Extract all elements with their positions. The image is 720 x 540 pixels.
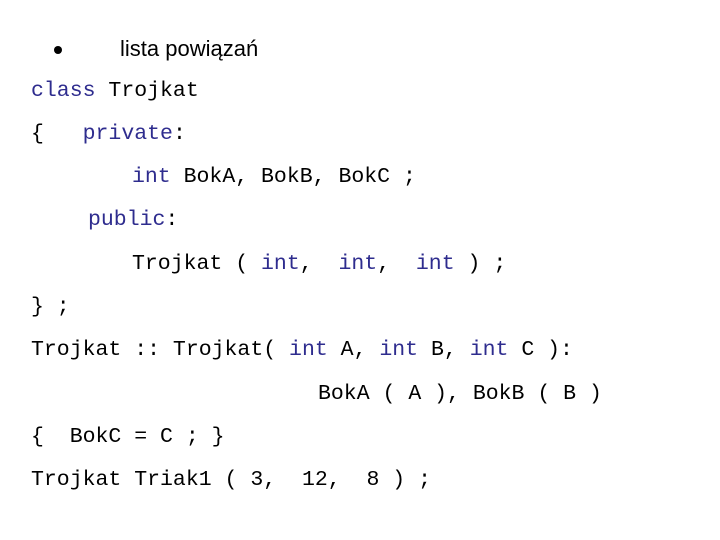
- bullet-icon: [54, 46, 62, 54]
- keyword: public: [88, 208, 166, 232]
- code-text: Trojkat (: [132, 252, 262, 276]
- code-text: ) ;: [454, 252, 507, 276]
- code-line-init-list: BokA ( A ), BokB ( B ): [318, 381, 602, 407]
- code-text: Trojkat: [95, 79, 199, 103]
- code-line-class: class Trojkat: [31, 78, 199, 104]
- code-text: { BokC = C ; }: [31, 425, 225, 449]
- code-line-close: } ;: [31, 294, 70, 320]
- keyword: int: [338, 252, 378, 276]
- code-text: Trojkat :: Trojkat(: [31, 338, 290, 362]
- code-text: A,: [327, 338, 380, 362]
- keyword: int: [469, 338, 509, 362]
- code-line-fields: int BokA, BokB, BokC ;: [132, 164, 416, 190]
- heading-text: lista powiązań: [120, 36, 259, 61]
- keyword: int: [132, 165, 171, 189]
- code-text: C ):: [508, 338, 573, 362]
- keyword: class: [31, 79, 96, 103]
- code-line-public: public:: [88, 207, 178, 233]
- code-line-ctor-def: Trojkat :: Trojkat( int A, int B, int C …: [31, 337, 573, 363]
- code-text: ,: [299, 252, 339, 276]
- keyword: int: [261, 252, 300, 276]
- code-text: B,: [418, 338, 470, 362]
- code-text: :: [172, 122, 186, 146]
- code-line-instance: Trojkat Triak1 ( 3, 12, 8 ) ;: [31, 467, 431, 493]
- code-text: BokA, BokB, BokC ;: [170, 165, 416, 189]
- code-text: Trojkat Triak1 ( 3, 12, 8 ) ;: [31, 468, 431, 492]
- code-text: } ;: [31, 295, 70, 319]
- keyword: int: [289, 338, 328, 362]
- code-text: BokA ( A ), BokB ( B ): [318, 382, 602, 406]
- code-text: :: [165, 208, 179, 232]
- keyword: int: [379, 338, 419, 362]
- bullet-heading: lista powiązań: [54, 34, 258, 64]
- code-line-private: { private:: [31, 121, 186, 147]
- code-text: ,: [377, 252, 416, 276]
- code-line-ctor-decl: Trojkat ( int, int, int ) ;: [132, 251, 506, 277]
- code-line-body: { BokC = C ; }: [31, 424, 225, 450]
- code-text: {: [31, 122, 83, 146]
- keyword: private: [82, 122, 173, 146]
- keyword: int: [415, 252, 455, 276]
